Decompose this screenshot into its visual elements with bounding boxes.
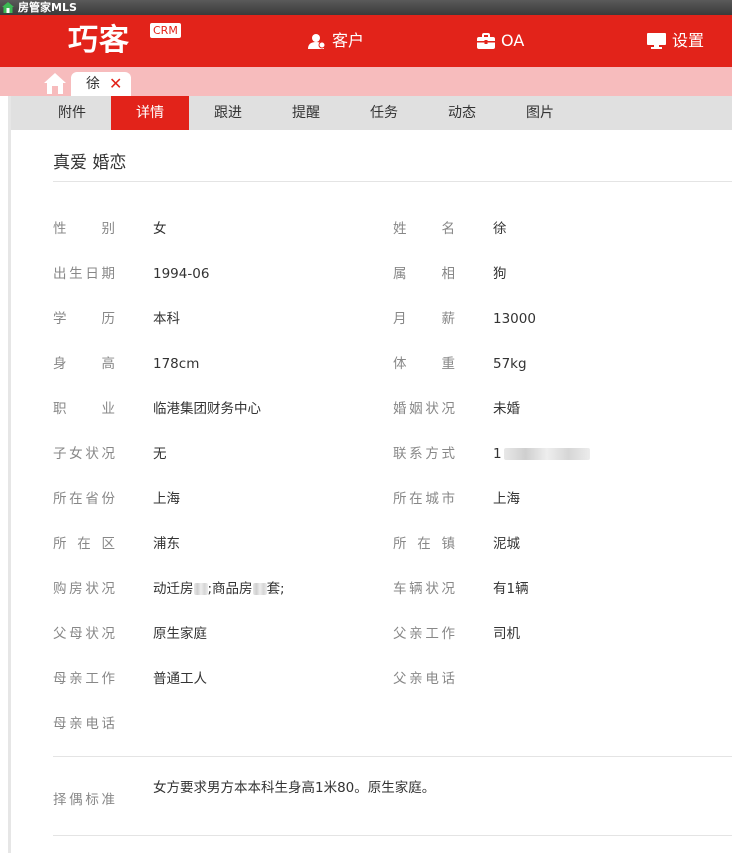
subtab-attachments[interactable]: 附件 bbox=[33, 96, 111, 130]
subtab-tasks[interactable]: 任务 bbox=[345, 96, 423, 130]
field-row: 身高 178cm 体重 57kg bbox=[11, 354, 732, 374]
nav-customers-label: 客户 bbox=[332, 31, 365, 50]
field-label: 月薪 bbox=[393, 311, 455, 327]
user-icon bbox=[308, 34, 326, 49]
nav-customers[interactable]: 客户 bbox=[308, 15, 364, 67]
criteria-label: 择偶标准 bbox=[53, 792, 115, 808]
nav-settings-label: 设置 bbox=[672, 31, 705, 50]
tab-customer-xu[interactable]: 徐 ✕ bbox=[71, 72, 131, 96]
close-tab-icon[interactable]: ✕ bbox=[109, 72, 122, 96]
field-row: 所在省份 上海 所在城市 上海 bbox=[11, 489, 732, 509]
subtab-reminders[interactable]: 提醒 bbox=[267, 96, 345, 130]
field-value: 原生家庭 bbox=[153, 626, 207, 642]
field-value: 1994-06 bbox=[153, 266, 210, 282]
field-value: 临港集团财务中心 bbox=[153, 401, 261, 417]
open-tabs-bar: 徐 ✕ bbox=[0, 67, 732, 96]
divider bbox=[53, 181, 732, 182]
field-value: 有1辆 bbox=[493, 581, 529, 597]
field-value: 无 bbox=[153, 446, 167, 462]
nav-oa-label: OA bbox=[501, 31, 525, 50]
briefcase-icon bbox=[477, 33, 495, 49]
divider bbox=[53, 835, 732, 836]
monitor-icon bbox=[647, 33, 666, 49]
field-value: 上海 bbox=[153, 491, 180, 507]
field-label: 母亲工作 bbox=[53, 671, 115, 687]
field-row: 出生日期 1994-06 属相 狗 bbox=[11, 264, 732, 284]
field-row: 所在区 浦东 所在镇 泥城 bbox=[11, 534, 732, 554]
criteria-value: 女方要求男方本本科生身高1米80。原生家庭。 bbox=[153, 780, 436, 796]
window-title: 房管家MLS bbox=[18, 1, 77, 14]
nav-settings[interactable]: 设置 bbox=[647, 15, 704, 67]
field-value: 未婚 bbox=[493, 401, 520, 417]
app-header: 巧客 CRM 客户 OA 设置 bbox=[0, 15, 732, 67]
subtab-follow-up[interactable]: 跟进 bbox=[189, 96, 267, 130]
field-label: 父亲电话 bbox=[393, 671, 455, 687]
redacted-mark bbox=[252, 583, 267, 595]
detail-panel: 真爱 婚恋 性别 女 姓名 徐出生日期 1994-06 属相 狗学历 本科 月薪 13000 身高 1… bbox=[11, 130, 732, 853]
subtab-pictures[interactable]: 图片 bbox=[501, 96, 579, 130]
field-value: 浦东 bbox=[153, 536, 180, 552]
field-label: 子女状况 bbox=[53, 446, 115, 462]
field-row: 母亲电话 bbox=[11, 714, 732, 734]
field-row: 购房状况 动迁房 ;商品房 套; 车辆状况 有1辆 bbox=[11, 579, 732, 599]
field-label: 联系方式 bbox=[393, 446, 455, 462]
field-label: 所在镇 bbox=[393, 536, 455, 552]
field-row: 职业 临港集团财务中心 婚姻状况 未婚 bbox=[11, 399, 732, 419]
redacted-mark bbox=[193, 583, 208, 595]
field-label: 车辆状况 bbox=[393, 581, 455, 597]
field-label: 身高 bbox=[53, 356, 115, 372]
field-value: 13000 bbox=[493, 311, 536, 327]
field-value: 泥城 bbox=[493, 536, 520, 552]
field-row: 父母状况 原生家庭 父亲工作 司机 bbox=[11, 624, 732, 644]
divider bbox=[53, 756, 732, 757]
subtab-details[interactable]: 详情 bbox=[111, 96, 189, 130]
field-value: 上海 bbox=[493, 491, 520, 507]
field-label: 姓名 bbox=[393, 221, 455, 237]
field-value: 司机 bbox=[493, 626, 520, 642]
field-label: 体重 bbox=[393, 356, 455, 372]
profile-heading: 真爱 婚恋 bbox=[53, 153, 127, 173]
field-value: 57kg bbox=[493, 356, 527, 372]
field-label: 性别 bbox=[53, 221, 115, 237]
field-value: 动迁房 ;商品房 套; bbox=[153, 581, 285, 597]
window-title-bar: 房管家MLS bbox=[0, 0, 732, 15]
field-value: 普通工人 bbox=[153, 671, 207, 687]
house-icon bbox=[2, 2, 14, 13]
nav-oa[interactable]: OA bbox=[477, 15, 524, 67]
crm-badge: CRM bbox=[150, 23, 181, 38]
field-value: 本科 bbox=[153, 311, 180, 327]
field-label: 婚姻状况 bbox=[393, 401, 455, 417]
field-row: 性别 女 姓名 徐 bbox=[11, 219, 732, 239]
field-value: 1 bbox=[493, 444, 590, 464]
field-row: 母亲工作 普通工人 父亲电话 bbox=[11, 669, 732, 689]
field-row: 学历 本科 月薪 13000 bbox=[11, 309, 732, 329]
tab-customer-xu-label: 徐 bbox=[86, 76, 100, 92]
field-label: 父母状况 bbox=[53, 626, 115, 642]
field-label: 所在城市 bbox=[393, 491, 455, 507]
field-label: 母亲电话 bbox=[53, 716, 115, 732]
field-label: 父亲工作 bbox=[393, 626, 455, 642]
field-row: 子女状况 无 联系方式 1 bbox=[11, 444, 732, 464]
field-value: 178cm bbox=[153, 356, 200, 372]
field-label: 购房状况 bbox=[53, 581, 115, 597]
field-label: 属相 bbox=[393, 266, 455, 282]
field-label: 职业 bbox=[53, 401, 115, 417]
field-label: 所在区 bbox=[53, 536, 115, 552]
detail-subtabs: 附件 详情 跟进 提醒 任务 动态 图片 bbox=[11, 96, 732, 130]
field-label: 学历 bbox=[53, 311, 115, 327]
app-logo: 巧客 bbox=[68, 23, 130, 58]
field-value: 狗 bbox=[493, 266, 507, 282]
redacted-mark bbox=[503, 448, 590, 460]
field-value: 徐 bbox=[493, 221, 507, 237]
field-label: 所在省份 bbox=[53, 491, 115, 507]
home-icon[interactable] bbox=[43, 72, 67, 94]
field-label: 出生日期 bbox=[53, 266, 115, 282]
subtab-activity[interactable]: 动态 bbox=[423, 96, 501, 130]
field-value: 女 bbox=[153, 221, 167, 237]
